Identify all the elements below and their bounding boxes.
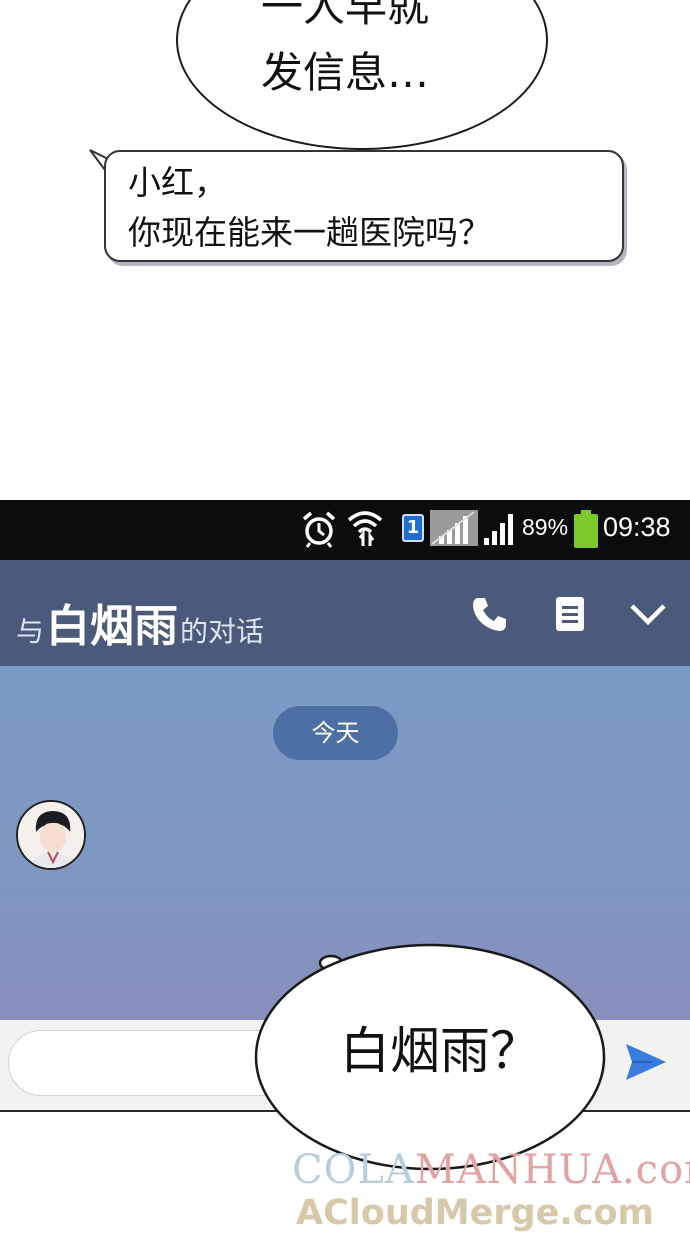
status-clock: 09:38 (603, 512, 671, 542)
wifi-icon (347, 511, 383, 546)
menu-icon[interactable] (550, 594, 590, 634)
battery-icon (574, 510, 598, 548)
title-prefix: 与 (16, 615, 45, 648)
watermark-part-b: MANHUA.com (414, 1147, 690, 1193)
signal-icon (484, 514, 513, 545)
signal-icon (430, 510, 478, 546)
chat-title: 与白烟雨的对话 (16, 590, 264, 652)
watermark-line-2: ACloudMerge.com (296, 1193, 654, 1233)
contact-name: 白烟雨 (46, 601, 179, 652)
watermark-part-a: COLA (292, 1147, 415, 1193)
phone-icon[interactable] (470, 594, 510, 634)
date-separator: 今天 (273, 706, 398, 760)
chat-header: 与白烟雨的对话 (0, 560, 690, 666)
alarm-icon (302, 511, 336, 548)
title-suffix: 的对话 (180, 615, 265, 648)
message-line-1: 小红， (128, 163, 227, 202)
narration-line-2: 发信息… (260, 48, 429, 97)
avatar-portrait (18, 802, 84, 868)
status-bar: 1 89% 09:38 (0, 500, 690, 560)
avatar[interactable] (16, 800, 86, 870)
chevron-down-icon[interactable] (628, 594, 668, 634)
narration-line-1: 一人早就 (260, 0, 429, 31)
battery-percent: 89% (522, 514, 569, 540)
thought-text: 白烟雨？ (340, 1022, 540, 1080)
sim-icon: 1 (402, 514, 424, 542)
message-line-2: 你现在能来一趟医院吗？ (128, 213, 491, 252)
watermark-line-1: COLAMANHUA.com (292, 1150, 690, 1190)
